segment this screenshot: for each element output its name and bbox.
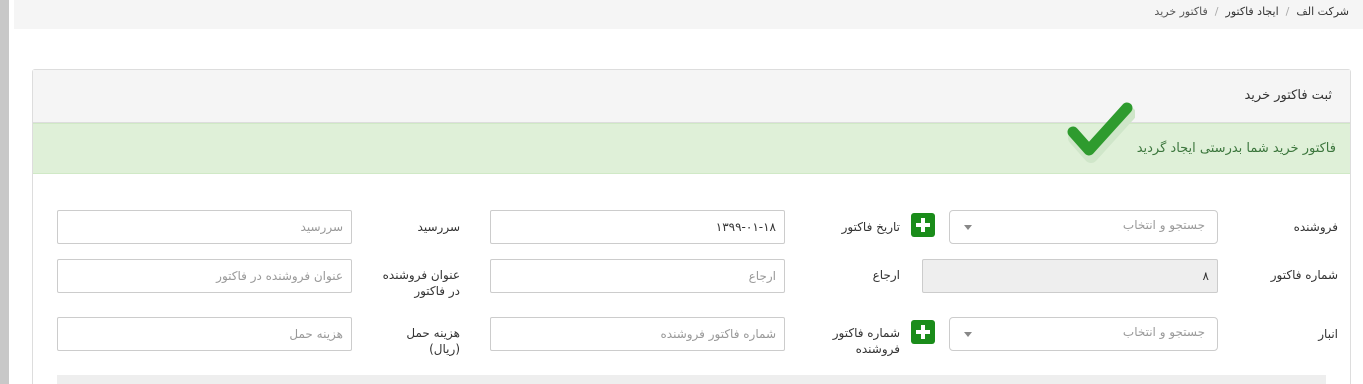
warehouse-label: انبار bbox=[1318, 327, 1338, 341]
warehouse-select-placeholder: جستجو و انتخاب bbox=[1122, 325, 1205, 339]
panel-title: ثبت فاکتور خرید bbox=[33, 70, 1350, 123]
chevron-down-icon bbox=[964, 332, 972, 337]
warehouse-select[interactable]: جستجو و انتخاب bbox=[949, 317, 1218, 351]
shipping-cost-input[interactable] bbox=[57, 317, 352, 351]
due-label: سررسید bbox=[417, 220, 460, 234]
breadcrumb-separator: / bbox=[1285, 5, 1290, 18]
invoice-number-input[interactable] bbox=[922, 259, 1218, 293]
breadcrumb: شرکت الف / ایجاد فاکتور / فاکتور خرید bbox=[14, 0, 1363, 29]
breadcrumb-create-invoice[interactable]: ایجاد فاکتور bbox=[1226, 5, 1279, 18]
left-sidebar-edge bbox=[0, 0, 9, 384]
due-input[interactable] bbox=[57, 210, 352, 244]
add-seller-button[interactable] bbox=[911, 213, 935, 237]
seller-invoice-number-input[interactable] bbox=[490, 317, 785, 351]
reference-input[interactable] bbox=[490, 259, 785, 293]
success-alert: فاکتور خرید شما بدرستی ایجاد گردید bbox=[33, 123, 1350, 174]
shipping-cost-label: هزینه حمل (ریال) bbox=[406, 326, 460, 356]
invoice-number-label: شماره فاکتور bbox=[1270, 268, 1338, 282]
checkmark-icon bbox=[1067, 102, 1135, 163]
reference-label: ارجاع bbox=[872, 268, 900, 282]
add-warehouse-button[interactable] bbox=[911, 320, 935, 344]
breadcrumb-company[interactable]: شرکت الف bbox=[1296, 5, 1349, 18]
seller-title-label: عنوان فروشنده در فاکتور bbox=[382, 268, 460, 298]
seller-invoice-number-label: شماره فاکتور فروشنده bbox=[832, 326, 900, 356]
seller-label: فروشنده bbox=[1293, 220, 1338, 234]
breadcrumb-separator: / bbox=[1214, 5, 1219, 18]
breadcrumb-current: فاکتور خرید bbox=[1154, 5, 1208, 18]
items-table-header bbox=[57, 375, 1326, 384]
chevron-down-icon bbox=[964, 225, 972, 230]
invoice-date-input[interactable] bbox=[490, 210, 785, 244]
invoice-date-label: تاریخ فاکتور bbox=[841, 220, 900, 234]
seller-select-placeholder: جستجو و انتخاب bbox=[1122, 218, 1205, 232]
seller-select[interactable]: جستجو و انتخاب bbox=[949, 210, 1218, 244]
seller-title-input[interactable] bbox=[57, 259, 352, 293]
